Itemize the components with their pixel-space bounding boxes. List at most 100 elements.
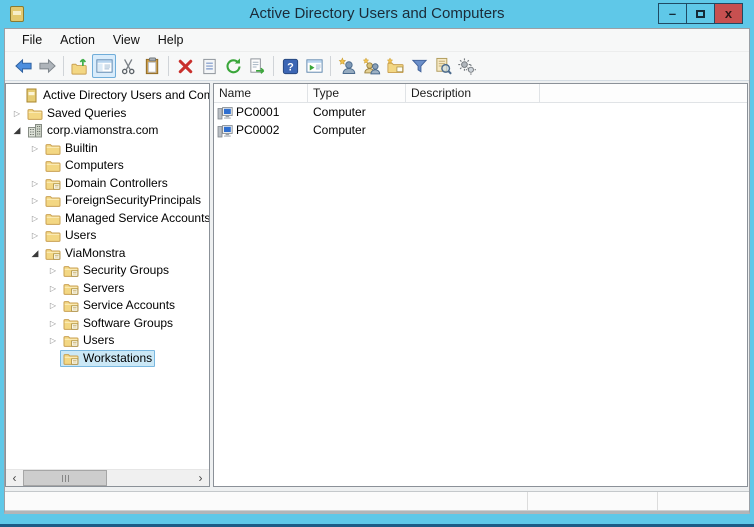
- new-ou-icon[interactable]: [383, 54, 407, 78]
- tree-item-saved-queries[interactable]: ▷ Saved Queries: [6, 105, 209, 123]
- statusbar-section: [5, 492, 527, 510]
- expander-collapsed-icon[interactable]: ▷: [46, 319, 60, 328]
- column-header-name[interactable]: Name: [214, 84, 308, 102]
- column-header-type[interactable]: Type: [308, 84, 406, 102]
- console-tree: Active Directory Users and Computers ▷ Sav…: [6, 84, 209, 469]
- delete-icon[interactable]: [173, 54, 197, 78]
- ou-icon: [63, 281, 79, 296]
- tree-item-builtin[interactable]: ▷ Builtin: [6, 140, 209, 158]
- statusbar: [5, 491, 749, 511]
- minimize-button[interactable]: –: [658, 3, 687, 24]
- tree-node: Builtin: [42, 140, 101, 157]
- cut-icon[interactable]: [116, 54, 140, 78]
- new-window-icon[interactable]: [302, 54, 326, 78]
- expander-collapsed-icon[interactable]: ▷: [46, 266, 60, 275]
- maximize-button[interactable]: [686, 3, 715, 24]
- tree-item-users[interactable]: ▷Users: [6, 227, 209, 245]
- tree-item-domain-controllers[interactable]: ▷Domain Controllers: [6, 175, 209, 193]
- filter-icon[interactable]: [407, 54, 431, 78]
- expander-collapsed-icon[interactable]: ▷: [28, 196, 42, 205]
- cell-name: PC0002: [214, 123, 308, 138]
- new-user-icon[interactable]: [335, 54, 359, 78]
- thumb-grip-icon: [68, 475, 69, 482]
- titlebar[interactable]: Active Directory Users and Computers – x: [0, 0, 754, 28]
- horizontal-scrollbar[interactable]: ‹ ›: [6, 469, 209, 486]
- tree-item-label: Software Groups: [83, 316, 173, 331]
- cell-name: PC0001: [214, 105, 308, 120]
- tree-item-label: Managed Service Accounts: [65, 211, 209, 226]
- tree-item-viamonstra[interactable]: ◢ViaMonstra: [6, 245, 209, 263]
- tree-item-users[interactable]: ▷Users: [6, 332, 209, 350]
- domain-icon: [27, 123, 43, 138]
- statusbar-section: [657, 492, 749, 510]
- tree-item-computers[interactable]: Computers: [6, 157, 209, 175]
- scrollbar-thumb[interactable]: [23, 470, 107, 486]
- tree-item-label: Builtin: [65, 141, 98, 156]
- expander-collapsed-icon[interactable]: ▷: [28, 231, 42, 240]
- tree-selection: Workstations: [60, 350, 155, 367]
- expander-collapsed-icon[interactable]: ▷: [10, 109, 24, 118]
- console-icon: [23, 88, 39, 103]
- expander-collapsed-icon[interactable]: ▷: [28, 144, 42, 153]
- paste-icon[interactable]: [140, 54, 164, 78]
- up-one-level-icon[interactable]: [68, 54, 92, 78]
- tree-item-foreignsecurityprincipals[interactable]: ▷ForeignSecurityPrincipals: [6, 192, 209, 210]
- expander-expanded-icon[interactable]: ◢: [10, 125, 24, 136]
- window-title: Active Directory Users and Computers: [0, 0, 754, 27]
- list-body: PC0001ComputerPC0002Computer: [214, 103, 747, 139]
- tree-item-workstations[interactable]: Workstations: [6, 350, 209, 368]
- expander-collapsed-icon[interactable]: ▷: [46, 336, 60, 345]
- tree-item-label: Workstations: [83, 351, 152, 366]
- cell-type: Computer: [308, 105, 406, 119]
- tree-item-active-directory-users-and-computers[interactable]: Active Directory Users and Computers: [6, 87, 209, 105]
- menu-help[interactable]: Help: [149, 33, 193, 47]
- list-row-pc0001[interactable]: PC0001Computer: [214, 103, 747, 121]
- list-row-pc0002[interactable]: PC0002Computer: [214, 121, 747, 139]
- menubar: FileActionViewHelp: [5, 29, 749, 52]
- menu-view[interactable]: View: [104, 33, 149, 47]
- refresh-icon[interactable]: [221, 54, 245, 78]
- export-list-icon[interactable]: [245, 54, 269, 78]
- close-button[interactable]: x: [714, 3, 743, 24]
- forward-icon[interactable]: [35, 54, 59, 78]
- tree-item-corp-viamonstra-com[interactable]: ◢ corp.viamonstra.com: [6, 122, 209, 140]
- content-area: Active Directory Users and Computers ▷ Sav…: [5, 81, 749, 489]
- gears-icon[interactable]: [455, 54, 479, 78]
- expander-collapsed-icon[interactable]: ▷: [46, 301, 60, 310]
- tree-node: ViaMonstra: [42, 245, 128, 262]
- new-group-icon[interactable]: [359, 54, 383, 78]
- find-objects-icon[interactable]: [431, 54, 455, 78]
- tree-item-service-accounts[interactable]: ▷Service Accounts: [6, 297, 209, 315]
- menu-file[interactable]: File: [13, 33, 51, 47]
- tree-item-label: Computers: [65, 158, 124, 173]
- thumb-grip-icon: [62, 475, 63, 482]
- toolbar-separator: [273, 56, 274, 76]
- scroll-left-arrow-icon[interactable]: ‹: [6, 470, 23, 486]
- properties-icon[interactable]: [197, 54, 221, 78]
- scrollbar-track[interactable]: [23, 470, 192, 486]
- tree-item-security-groups[interactable]: ▷Security Groups: [6, 262, 209, 280]
- tree-item-managed-service-accounts[interactable]: ▷ Managed Service Accounts: [6, 210, 209, 228]
- expander-collapsed-icon[interactable]: ▷: [28, 214, 42, 223]
- folder-icon: [45, 193, 61, 208]
- object-name: PC0002: [236, 123, 279, 137]
- tree-node: ForeignSecurityPrincipals: [42, 192, 204, 209]
- tree-node: Software Groups: [60, 315, 176, 332]
- show-console-tree-icon[interactable]: [92, 54, 116, 78]
- tree-node: Service Accounts: [60, 297, 178, 314]
- expander-expanded-icon[interactable]: ◢: [28, 248, 42, 259]
- menu-action[interactable]: Action: [51, 33, 104, 47]
- tree-item-software-groups[interactable]: ▷ Software Groups: [6, 315, 209, 333]
- expander-collapsed-icon[interactable]: ▷: [46, 284, 60, 293]
- tree-item-label: Saved Queries: [47, 106, 126, 121]
- tree-item-servers[interactable]: ▷Servers: [6, 280, 209, 298]
- tree-node: Security Groups: [60, 262, 172, 279]
- expander-collapsed-icon[interactable]: ▷: [28, 179, 42, 188]
- back-icon[interactable]: [11, 54, 35, 78]
- help-icon[interactable]: ?: [278, 54, 302, 78]
- column-header-description[interactable]: Description: [406, 84, 540, 102]
- list-header: NameTypeDescription: [214, 84, 747, 103]
- scroll-right-arrow-icon[interactable]: ›: [192, 470, 209, 486]
- tree-item-label: corp.viamonstra.com: [47, 123, 158, 138]
- folder-icon: [45, 158, 61, 173]
